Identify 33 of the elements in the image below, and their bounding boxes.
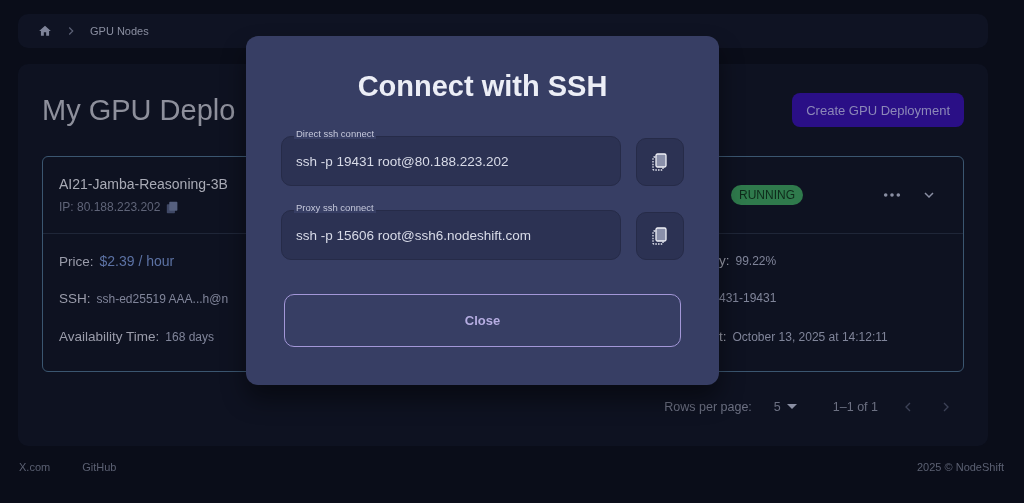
footer-link[interactable]: GitHub: [82, 461, 117, 473]
page-title: My GPU Deplo: [42, 93, 236, 127]
breadcrumb-current[interactable]: GPU Nodes: [90, 25, 149, 37]
more-icon[interactable]: [883, 192, 901, 198]
field-value: ssh-ed25519 AAA...h@n: [96, 292, 229, 306]
ip-address: IP: 80.188.223.202: [59, 200, 161, 214]
field-value: 168 days: [165, 330, 214, 344]
field-label: SSH:: [59, 291, 91, 306]
field-value: $2.39 / hour: [99, 253, 175, 269]
caret-icon: [786, 404, 797, 410]
copy-icon: [652, 153, 668, 171]
rows-per-page-label: Rows per page:: [664, 400, 752, 414]
field-value: 431-19431: [719, 291, 777, 305]
copy-icon[interactable]: [166, 200, 180, 214]
rows-per-page-select[interactable]: 5: [773, 400, 797, 414]
page-range: 1–1 of 1: [832, 400, 878, 414]
copy-button[interactable]: [636, 138, 684, 186]
status-badge: RUNNING: [731, 185, 803, 205]
close-button[interactable]: Close: [284, 294, 681, 347]
home-icon[interactable]: [38, 24, 52, 38]
dialog-title: Connect with SSH: [356, 70, 609, 103]
field-label: y:: [719, 253, 730, 268]
deployment-name: AI21-Jamba-Reasoning-3B: [59, 176, 229, 192]
field-value: 99.22%: [735, 254, 777, 268]
field-label: t:: [719, 329, 727, 344]
field-label: Availability Time:: [59, 329, 160, 344]
field-value: October 13, 2025 at 14:12:11: [732, 330, 888, 344]
create-deployment-button[interactable]: Create GPU Deployment: [792, 93, 964, 127]
copyright-text: 2025 © NodeShift: [917, 461, 1004, 473]
footer-link[interactable]: X.com: [19, 461, 51, 473]
copy-button[interactable]: [636, 212, 684, 260]
copy-icon: [652, 227, 668, 245]
field-label: Price:: [59, 254, 94, 269]
